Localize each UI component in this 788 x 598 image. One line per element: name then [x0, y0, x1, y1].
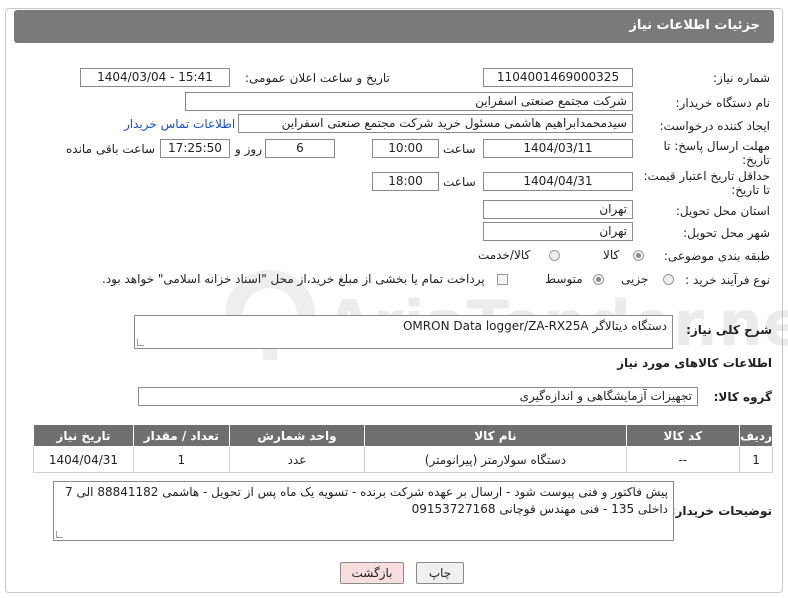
- process-medium-radio[interactable]: [593, 274, 604, 285]
- need-number-label: شماره نیاز:: [713, 71, 770, 85]
- table-row: 1 -- دستگاه سولارمتر (پیرانومتر) عدد 1 1…: [33, 446, 773, 473]
- page-title: جزئیات اطلاعات نیاز: [629, 18, 760, 33]
- buyer-notes-label: توضیحات خریدار:: [670, 504, 772, 518]
- buyer-notes-line-2: داخلی 135 - فنی مهندس قوچانی 09153727168: [411, 502, 668, 516]
- remaining-time-field: 17:25:50: [160, 139, 230, 158]
- description-text: دستگاه دیتالاگر OMRON Data logger/ZA-RX2…: [402, 319, 667, 333]
- buyer-notes-line-1: پیش فاکتور و فنی پیوست شود - ارسال بر عه…: [65, 485, 668, 499]
- process-note: پرداخت تمام یا بخشی از مبلغ خرید،از محل …: [102, 272, 485, 286]
- requester-label: ایجاد کننده درخواست:: [659, 119, 770, 133]
- send-deadline-label-2: تاریخ:: [742, 153, 770, 167]
- category-goods-label: کالا: [603, 248, 620, 262]
- process-minor-label: جزیی: [621, 272, 649, 286]
- description-label: شرح کلی نیاز:: [686, 323, 772, 337]
- price-date-field: 1404/04/31: [483, 172, 633, 191]
- cell-qty: 1: [132, 446, 230, 473]
- province-label: استان محل تحویل:: [675, 204, 770, 218]
- description-field: دستگاه دیتالاگر OMRON Data logger/ZA-RX2…: [134, 315, 673, 349]
- process-medium-label: متوسط: [545, 272, 583, 286]
- send-deadline-label: مهلت ارسال پاسخ: تا: [663, 139, 770, 153]
- cell-name: دستگاه سولارمتر (پیرانومتر): [364, 446, 627, 473]
- city-field: تهران: [483, 222, 633, 241]
- goods-section-title: اطلاعات کالاهای مورد نیاز: [617, 356, 772, 370]
- requester-field: سیدمحمدابراهیم هاشمی مسئول خرید شرکت مجت…: [238, 114, 633, 133]
- goods-group-label: گروه کالا:: [713, 390, 772, 404]
- category-goods-radio[interactable]: [633, 250, 644, 261]
- send-date-field: 1404/03/11: [483, 139, 633, 158]
- print-button[interactable]: چاپ: [416, 562, 464, 584]
- remaining-label: ساعت باقی مانده: [66, 142, 156, 156]
- process-minor-radio[interactable]: [663, 274, 674, 285]
- goods-table: ردیف کد کالا نام کالا واحد شمارش تعداد /…: [33, 424, 773, 473]
- days-field: 6: [265, 139, 335, 158]
- col-header-date: تاریخ نیاز: [33, 424, 134, 447]
- cell-unit: عدد: [228, 446, 366, 473]
- category-goods-service-label: کالا/خدمت: [478, 248, 531, 262]
- goods-group-field: تجهیزات آزمایشگاهی و اندازه‌گیری: [138, 387, 698, 406]
- resize-handle[interactable]: [56, 531, 63, 538]
- page-header: جزئیات اطلاعات نیاز: [14, 10, 774, 43]
- category-goods-service-radio[interactable]: [549, 250, 560, 261]
- cell-row: 1: [739, 446, 773, 473]
- buyer-notes-field: پیش فاکتور و فنی پیوست شود - ارسال بر عه…: [53, 481, 674, 541]
- buyer-org-label: نام دستگاه خریدار:: [675, 96, 771, 110]
- process-label: نوع فرآیند خرید :: [685, 273, 770, 287]
- price-time-field: 18:00: [372, 172, 439, 191]
- price-deadline-label: حداقل تاریخ اعتبار قیمت:: [643, 169, 770, 183]
- cell-code: --: [625, 446, 741, 473]
- category-label: طبقه بندی موضوعی:: [663, 249, 770, 263]
- contact-info-link[interactable]: اطلاعات تماس خریدار: [124, 117, 235, 131]
- province-field: تهران: [483, 200, 633, 219]
- send-time-label: ساعت: [443, 142, 476, 156]
- cell-date: 1404/04/31: [33, 446, 134, 473]
- price-time-label: ساعت: [443, 175, 476, 189]
- buyer-org-field: شرکت مجتمع صنعتی اسفراین: [185, 92, 633, 111]
- send-time-field: 10:00: [372, 139, 439, 158]
- price-deadline-label-2: تا تاریخ:: [731, 183, 770, 197]
- col-header-qty: تعداد / مقدار: [132, 424, 230, 447]
- col-header-code: کد کالا: [625, 424, 741, 447]
- col-header-unit: واحد شمارش: [228, 424, 366, 447]
- announce-label: تاریخ و ساعت اعلان عمومی:: [245, 71, 390, 85]
- announce-field: 1404/03/04 - 15:41: [80, 68, 230, 87]
- days-label: روز و: [235, 142, 262, 156]
- back-button[interactable]: بازگشت: [340, 562, 404, 584]
- col-header-name: نام کالا: [364, 424, 627, 447]
- city-label: شهر محل تحویل:: [683, 226, 770, 240]
- col-header-row: ردیف: [739, 424, 773, 447]
- need-number-field: 1104001469000325: [483, 68, 633, 87]
- treasury-checkbox[interactable]: [497, 274, 508, 285]
- resize-handle[interactable]: [137, 339, 144, 346]
- table-header-row: ردیف کد کالا نام کالا واحد شمارش تعداد /…: [33, 424, 773, 447]
